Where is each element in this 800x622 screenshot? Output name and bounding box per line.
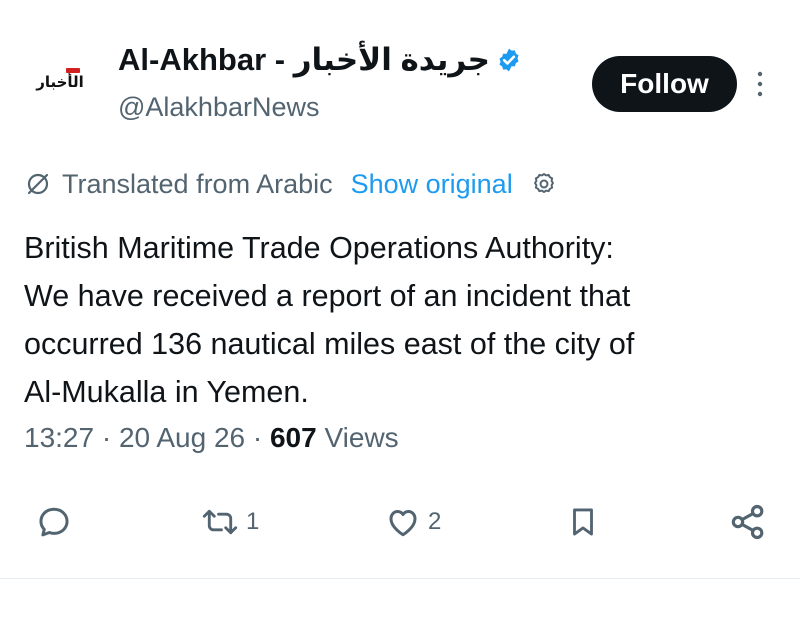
action-bar: 1 2 <box>0 496 800 548</box>
like-icon <box>389 510 417 537</box>
reply-icon <box>39 507 69 537</box>
tweet-text: British Maritime Trade Operations Author… <box>24 224 786 416</box>
verified-badge-icon <box>499 48 519 72</box>
share-button[interactable] <box>728 496 768 548</box>
tweet-line: We have received a report of an incident… <box>24 279 631 313</box>
handle[interactable]: @AlakhbarNews <box>118 92 320 123</box>
bookmark-icon <box>573 508 593 536</box>
meta-separator: · <box>101 422 119 453</box>
logo-mark <box>66 68 80 73</box>
retweet-button[interactable]: 1 <box>200 496 259 548</box>
reply-button[interactable] <box>36 496 78 548</box>
like-button[interactable]: 2 <box>384 496 441 548</box>
gear-icon[interactable] <box>531 171 557 197</box>
share-icon <box>731 504 764 540</box>
views-count: 607 <box>269 422 317 453</box>
show-original-link[interactable]: Show original <box>351 169 513 200</box>
translate-icon <box>27 173 49 195</box>
bookmark-button[interactable] <box>566 496 600 548</box>
tweet-time[interactable]: 13:27 <box>24 422 94 453</box>
tweet-line: occurred 136 nautical miles east of the … <box>24 327 635 361</box>
tweet-line: British Maritime Trade Operations Author… <box>24 231 614 265</box>
display-name-row[interactable]: Al-Akhbar - جريدة الأخبار <box>118 42 522 78</box>
tweet-line: Al-Mukalla in Yemen. <box>24 375 309 409</box>
retweet-count: 1 <box>246 508 260 535</box>
display-name[interactable]: Al-Akhbar - جريدة الأخبار <box>118 42 490 78</box>
divider <box>0 578 800 579</box>
views-label: Views <box>324 422 399 453</box>
more-icon[interactable] <box>753 70 767 98</box>
avatar[interactable]: الأخبار <box>22 60 98 104</box>
follow-button[interactable]: Follow <box>592 56 737 112</box>
meta-separator: · <box>252 422 270 453</box>
tweet-date[interactable]: 20 Aug 26 <box>119 422 245 453</box>
translated-from-label: Translated from Arabic <box>62 168 333 199</box>
like-count: 2 <box>428 508 442 535</box>
retweet-icon <box>202 509 238 535</box>
avatar-logo-text: الأخبار <box>36 73 84 91</box>
translation-row: Translated from Arabic Show original <box>24 166 557 202</box>
tweet-meta: 13:27 · 20 Aug 26 · 607 Views <box>24 422 399 454</box>
